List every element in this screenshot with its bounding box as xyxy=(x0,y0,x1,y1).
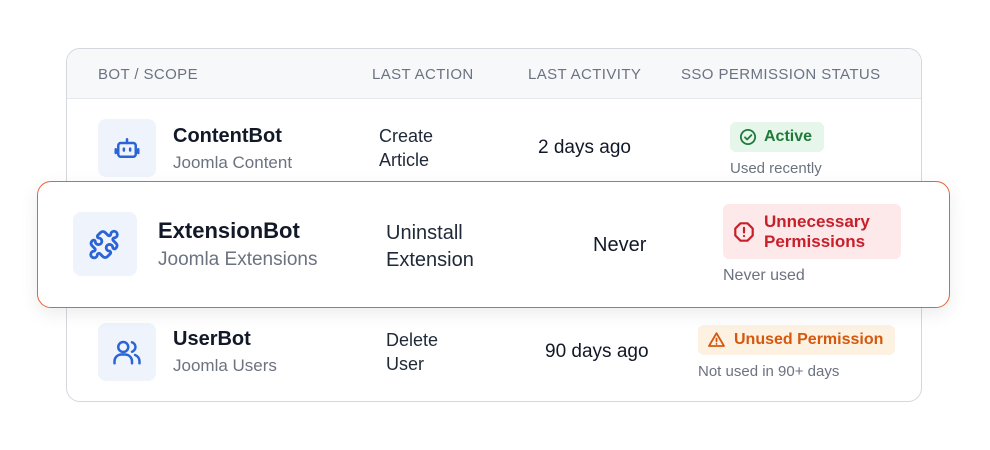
bot-icon-box xyxy=(98,119,156,177)
warning-triangle-icon xyxy=(708,332,725,347)
bot-scope: Joomla Content xyxy=(173,153,293,172)
header-last-activity: LAST ACTIVITY xyxy=(528,66,642,83)
table-row[interactable]: UserBot Joomla Users Delete User 90 days… xyxy=(67,311,921,401)
bot-name: ContentBot xyxy=(173,125,282,147)
header-sso-status: SSO PERMISSION STATUS xyxy=(681,66,881,83)
status-badge: Unnecessary Permissions xyxy=(723,204,901,259)
header-last-action: LAST ACTION xyxy=(372,66,474,83)
robot-icon xyxy=(114,138,140,158)
last-activity: Never xyxy=(593,234,647,256)
last-action-line1: Delete xyxy=(386,330,439,350)
status-badge-label-line2: Permissions xyxy=(764,231,866,251)
users-icon xyxy=(113,340,141,365)
bot-scope: Joomla Users xyxy=(173,356,277,375)
status-badge: Unused Permission xyxy=(698,325,896,355)
status-badge: Active xyxy=(730,122,825,152)
status-note: Never used xyxy=(723,267,805,284)
last-action-line1: Uninstall xyxy=(386,222,463,244)
last-activity: 2 days ago xyxy=(538,137,631,158)
bot-icon-box xyxy=(73,212,137,276)
puzzle-icon xyxy=(89,229,119,260)
last-activity: 90 days ago xyxy=(545,341,649,362)
check-circle-icon xyxy=(739,128,757,146)
status-badge-label: Active xyxy=(764,128,813,145)
stage: BOT / SCOPE LAST ACTION LAST ACTIVITY SS… xyxy=(0,0,990,450)
last-action-line2: Extension xyxy=(386,249,474,271)
bot-name: UserBot xyxy=(173,328,251,350)
highlighted-table-row[interactable]: ExtensionBot Joomla Extensions Uninstall… xyxy=(37,181,950,308)
status-badge-label: Unused Permission xyxy=(734,331,884,348)
status-badge-label: Unnecessary Permissions xyxy=(764,212,870,252)
last-action-line2: Article xyxy=(379,150,430,170)
bot-name: ExtensionBot xyxy=(158,218,300,243)
last-action-line1: Create xyxy=(379,126,434,146)
last-action-line2: User xyxy=(386,354,425,374)
table-header: BOT / SCOPE LAST ACTION LAST ACTIVITY SS… xyxy=(67,49,921,99)
alert-octagon-icon xyxy=(734,221,754,242)
header-bot-scope: BOT / SCOPE xyxy=(98,66,198,83)
bot-scope: Joomla Extensions xyxy=(158,249,318,270)
status-badge-label-line1: Unnecessary xyxy=(764,211,870,231)
bot-icon-box xyxy=(98,323,156,381)
status-note: Used recently xyxy=(730,160,822,177)
status-note: Not used in 90+ days xyxy=(698,363,840,380)
